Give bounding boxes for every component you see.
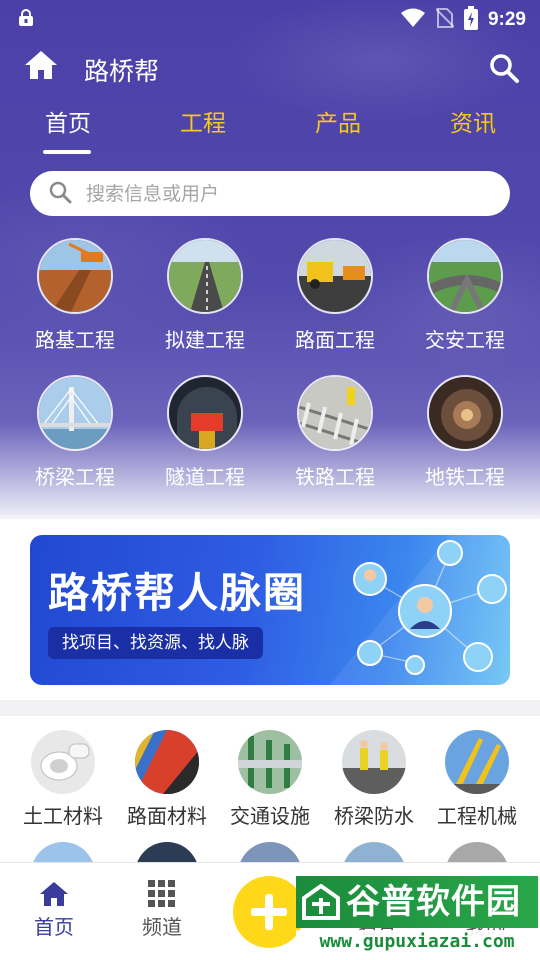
tab-products[interactable]: 产品: [288, 104, 388, 138]
plus-icon: [251, 894, 287, 930]
tab-home[interactable]: 首页: [18, 104, 118, 154]
material-geotechnical[interactable]: 土工材料: [11, 730, 115, 829]
category-label: 地铁工程: [425, 465, 505, 489]
watermark-logo-icon: [302, 883, 340, 924]
nav-channel[interactable]: 频道: [108, 877, 216, 940]
watermark: 谷普软件园 www.gupuxiazai.com: [296, 876, 538, 956]
material-label: 土工材料: [23, 804, 103, 828]
search-bar[interactable]: [30, 171, 510, 216]
paving-photo-icon: [297, 238, 373, 314]
home-icon: [0, 877, 108, 911]
app-title: 路桥帮: [84, 57, 160, 86]
banner-section: 路桥帮人脉圈 找项目、找资源、找人脉: [0, 519, 540, 700]
bridge-photo-icon: [37, 375, 113, 451]
category-paving[interactable]: 路面工程: [270, 238, 400, 353]
material-label: 路面材料: [127, 804, 207, 828]
materials-section: 土工材料 路面材料 交通设施 桥梁防水 工程机械: [0, 716, 540, 906]
material-label: 交通设施: [230, 804, 310, 828]
watermark-url: www.gupuxiazai.com: [296, 930, 538, 954]
category-roadbed[interactable]: 路基工程: [10, 238, 140, 353]
tab-projects[interactable]: 工程: [153, 104, 253, 138]
material-machinery[interactable]: 工程机械: [425, 730, 529, 829]
category-label: 隧道工程: [165, 465, 245, 489]
subway-photo-icon: [427, 375, 503, 451]
highway-photo-icon: [167, 238, 243, 314]
no-sim-icon: [435, 7, 455, 33]
category-tunnel[interactable]: 隧道工程: [140, 375, 270, 490]
colored-aggregate-photo-icon: [135, 730, 199, 794]
material-pavement[interactable]: 路面材料: [115, 730, 219, 829]
banner-title: 路桥帮人脉圈: [48, 569, 306, 617]
tab-news[interactable]: 资讯: [423, 104, 523, 138]
promo-banner[interactable]: 路桥帮人脉圈 找项目、找资源、找人脉: [30, 535, 510, 685]
material-label: 工程机械: [437, 804, 517, 828]
category-label: 交安工程: [425, 328, 505, 352]
material-traffic-facility[interactable]: 交通设施: [218, 730, 322, 829]
wifi-icon: [400, 8, 426, 32]
banner-subtitle: 找项目、找资源、找人脉: [48, 627, 263, 659]
guardrail-photo-icon: [238, 730, 302, 794]
category-subway[interactable]: 地铁工程: [400, 375, 530, 490]
railway-photo-icon: [297, 375, 373, 451]
battery-charging-icon: [463, 6, 478, 34]
home-icon[interactable]: [24, 50, 58, 84]
category-railway[interactable]: 铁路工程: [270, 375, 400, 490]
search-input[interactable]: [86, 182, 466, 205]
nav-label: 频道: [142, 915, 182, 939]
nav-label: 首页: [34, 915, 74, 939]
publish-button[interactable]: [233, 876, 305, 948]
search-icon: [48, 180, 72, 208]
top-tabs: 首页 工程 产品 资讯: [0, 104, 540, 154]
interchange-photo-icon: [427, 238, 503, 314]
category-label: 路基工程: [35, 328, 115, 352]
category-label: 桥梁工程: [35, 465, 115, 489]
material-label: 桥梁防水: [334, 804, 414, 828]
category-label: 拟建工程: [165, 328, 245, 352]
category-label: 铁路工程: [295, 465, 375, 489]
status-bar: 9:29: [0, 0, 540, 38]
clock: 9:29: [487, 9, 526, 30]
roadbed-photo-icon: [37, 238, 113, 314]
category-traffic-safety[interactable]: 交安工程: [400, 238, 530, 353]
grid-icon: [108, 877, 216, 911]
search-icon[interactable]: [488, 52, 520, 88]
category-planned[interactable]: 拟建工程: [140, 238, 270, 353]
category-label: 路面工程: [295, 328, 375, 352]
workers-photo-icon: [342, 730, 406, 794]
pipe-photo-icon: [31, 730, 95, 794]
crane-photo-icon: [445, 730, 509, 794]
category-bridge[interactable]: 桥梁工程: [10, 375, 140, 490]
app-bar: 路桥帮: [0, 40, 540, 96]
material-bridge-waterproofing[interactable]: 桥梁防水: [322, 730, 426, 829]
nav-home[interactable]: 首页: [0, 877, 108, 940]
tunnel-photo-icon: [167, 375, 243, 451]
lock-icon: [18, 9, 34, 31]
